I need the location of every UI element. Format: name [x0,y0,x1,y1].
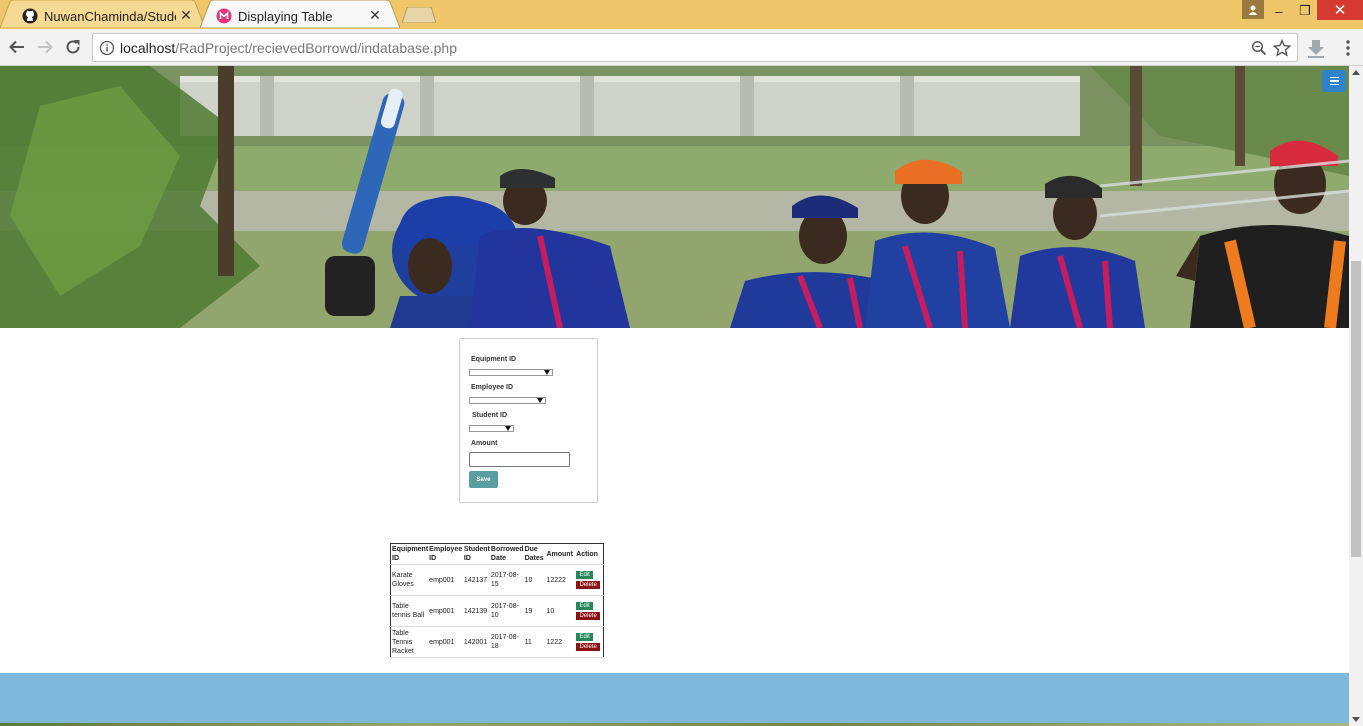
tab-github[interactable]: NuwanChaminda/Studen ✕ [0,2,205,30]
table-header-row: Equipment ID Employee ID Student ID Borrowe… [390,543,604,565]
edit-button[interactable]: Edit [576,571,594,579]
edit-button[interactable]: Edit [576,602,594,610]
delete-button[interactable]: Delete [576,643,601,651]
cell-action: Edit Delete [575,595,604,627]
maximize-button[interactable]: ❐ [1294,0,1316,22]
tab-title: Displaying Table [238,8,333,24]
url-path: /RadProject/recievedBorrowd/indatabase.p… [175,40,457,56]
student-id-label: Student ID [472,412,507,419]
delete-button[interactable]: Delete [576,612,601,620]
equipment-id-label: Equipment ID [471,356,517,363]
employee-id-label: Employee ID [471,384,514,391]
browser-toolbar: localhost/RadProject/recievedBorrowd/ind… [0,29,1363,66]
employee-id-select[interactable] [469,397,546,404]
browser-menu-icon[interactable] [1340,38,1356,58]
student-id-select[interactable] [469,425,514,432]
cell-student: 142001 [462,626,490,658]
col-amount: Amount [546,550,573,558]
reload-button[interactable] [63,37,83,57]
tab-close-icon[interactable]: ✕ [179,8,193,22]
cell-equipment: Karate Gloves [390,564,429,596]
info-icon[interactable] [99,40,115,56]
browser-titlebar: NuwanChaminda/Studen ✕ Displaying Table … [0,0,1363,29]
cell-equipment: Table tennis Ball [390,595,429,627]
profile-icon[interactable] [1242,0,1264,19]
footer-band [0,673,1349,723]
tab-close-icon[interactable]: ✕ [368,8,382,22]
borrow-table: Equipment ID Employee ID Student ID Borrowe… [390,543,604,658]
table-row: Table Tennis Racket emp001 142001 2017-08-… [390,626,604,658]
scroll-thumb[interactable] [1351,261,1361,557]
amount-input[interactable] [469,452,570,467]
col-equipment-id: Equipment ID [392,546,429,562]
page-scrollbar[interactable] [1349,66,1363,726]
github-icon [22,8,38,24]
cell-borrowed: 2017-08- 15 [489,564,524,596]
reload-icon [66,40,80,54]
back-button[interactable] [7,37,27,57]
scroll-down-arrow-icon[interactable] [1352,717,1360,722]
cell-borrowed: 2017-08- 18 [489,626,524,658]
back-arrow-icon [9,40,24,54]
col-student-id: Student ID [463,546,490,562]
save-button[interactable]: Save [469,471,498,488]
cell-student: 142137 [462,564,490,596]
zoom-icon[interactable] [1251,40,1267,56]
cell-equipment: Table Tennis Racket [390,626,429,658]
chevron-down-icon [505,426,511,431]
col-due-dates: Due Dates [524,546,544,562]
cell-employee: emp001 [428,595,463,627]
borrow-form: Equipment ID Employee ID Student ID Amou… [459,338,598,503]
download-icon[interactable] [1306,38,1326,58]
forward-button[interactable] [35,37,55,57]
delete-button[interactable]: Delete [576,581,601,589]
chevron-down-icon [544,370,550,375]
cell-employee: emp001 [428,626,463,658]
minimize-button[interactable]: – [1268,0,1290,22]
cell-employee: emp001 [428,564,463,596]
table-row: Table tennis Ball emp001 142139 2017-08- 1… [390,595,604,627]
equipment-id-select[interactable] [469,369,553,376]
cell-due: 19 [523,595,546,627]
close-window-button[interactable]: ✕ [1317,0,1363,20]
page-viewport: Equipment ID Employee ID Student ID Amou… [0,66,1349,726]
tab-displaying-table[interactable]: Displaying Table ✕ [194,2,394,30]
bookmark-star-icon[interactable] [1273,39,1291,57]
col-borrowed-date: Borrowed Date [490,546,524,562]
edit-button[interactable]: Edit [576,633,594,641]
cell-amount: 1222 [545,626,576,658]
cell-amount: 10 [545,595,576,627]
tab-title: NuwanChaminda/Studen [44,8,176,24]
cell-due: 11 [523,626,546,658]
address-bar[interactable]: localhost/RadProject/recievedBorrowd/ind… [92,33,1298,62]
page-icon [216,8,232,24]
cell-amount: 12222 [545,564,576,596]
cell-student: 142139 [462,595,490,627]
baseball-team-photo [0,66,1349,328]
hero-image [0,66,1349,328]
menu-toggle-button[interactable] [1322,70,1346,92]
table-row: Karate Gloves emp001 142137 2017-08- 15 10… [390,564,604,596]
cell-due: 10 [523,564,546,596]
cell-borrowed: 2017-08- 10 [489,595,524,627]
new-tab-button[interactable] [402,7,436,23]
chevron-down-icon [537,398,543,403]
url-host: localhost [120,40,176,56]
col-action: Action [576,550,598,558]
cell-action: Edit Delete [575,564,604,596]
amount-label: Amount [471,440,498,447]
scroll-up-arrow-icon[interactable] [1352,70,1360,75]
col-employee-id: Employee ID [429,546,463,562]
forward-arrow-icon [38,40,53,54]
url-text[interactable]: localhost/RadProject/recievedBorrowd/ind… [120,40,457,56]
cell-action: Edit Delete [575,626,604,658]
